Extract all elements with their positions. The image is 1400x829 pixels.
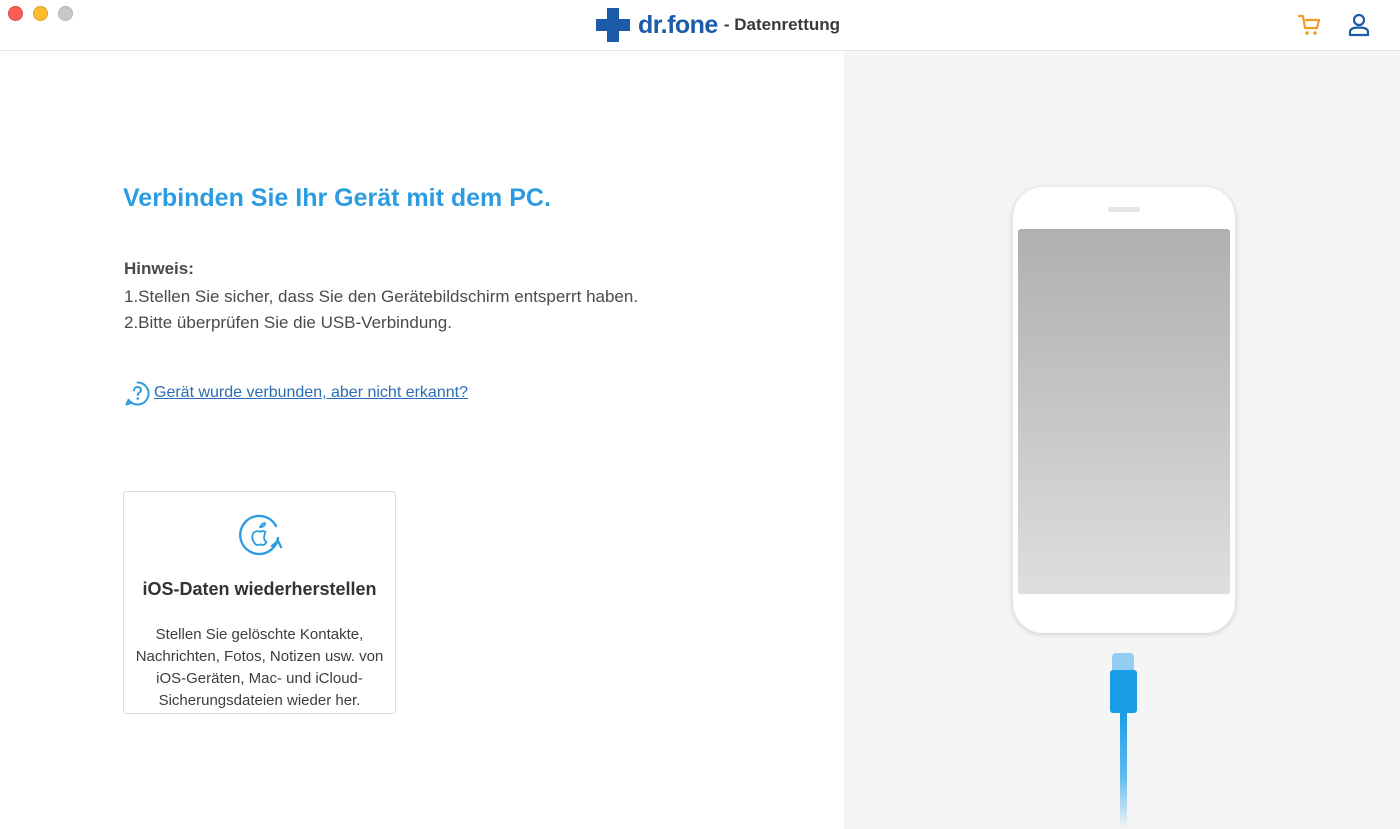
shopping-cart-icon[interactable] (1297, 13, 1323, 37)
window-minimize-button[interactable] (33, 6, 48, 21)
usb-cable-wire (1120, 711, 1127, 829)
phone-speaker (1108, 207, 1140, 212)
card-title: iOS-Daten wiederherstellen (142, 579, 377, 599)
window-close-button[interactable] (8, 6, 23, 21)
hint-line-1: 1.Stellen Sie sicher, dass Sie den Gerät… (124, 287, 639, 306)
help-question-icon (124, 380, 151, 407)
ios-restore-icon (236, 510, 284, 558)
hint-title: Hinweis: (124, 259, 194, 278)
device-illustration-panel (844, 51, 1400, 829)
title-bar: dr.fone - Datenrettung (0, 0, 1400, 51)
brand-name: dr.fone (638, 10, 718, 39)
phone-illustration (1013, 187, 1235, 633)
window-maximize-button[interactable] (58, 6, 73, 21)
window-title: - Datenrettung (723, 15, 841, 34)
page-title: Verbinden Sie Ihr Gerät mit dem PC. (123, 184, 551, 212)
drfone-logo-icon (596, 8, 630, 42)
hint-line-2: 2.Bitte überprüfen Sie die USB-Verbindun… (124, 313, 452, 332)
ios-restore-card[interactable]: iOS-Daten wiederherstellen Stellen Sie g… (123, 491, 396, 714)
connect-instructions-panel: Verbinden Sie Ihr Gerät mit dem PC. Hinw… (0, 51, 844, 829)
app-window: dr.fone - Datenrettung Verbinden Sie Ihr… (0, 0, 1400, 829)
usb-cable-plug (1110, 670, 1137, 713)
device-not-recognized-link[interactable]: Gerät wurde verbunden, aber nicht erkann… (124, 379, 468, 407)
help-link-text[interactable]: Gerät wurde verbunden, aber nicht erkann… (154, 384, 468, 402)
user-account-icon[interactable] (1347, 12, 1371, 38)
card-description: Stellen Sie gelöschte Kontakte, Nachrich… (135, 626, 384, 709)
app-brand: dr.fone - Datenrettung (596, 7, 840, 43)
phone-screen (1018, 229, 1230, 594)
